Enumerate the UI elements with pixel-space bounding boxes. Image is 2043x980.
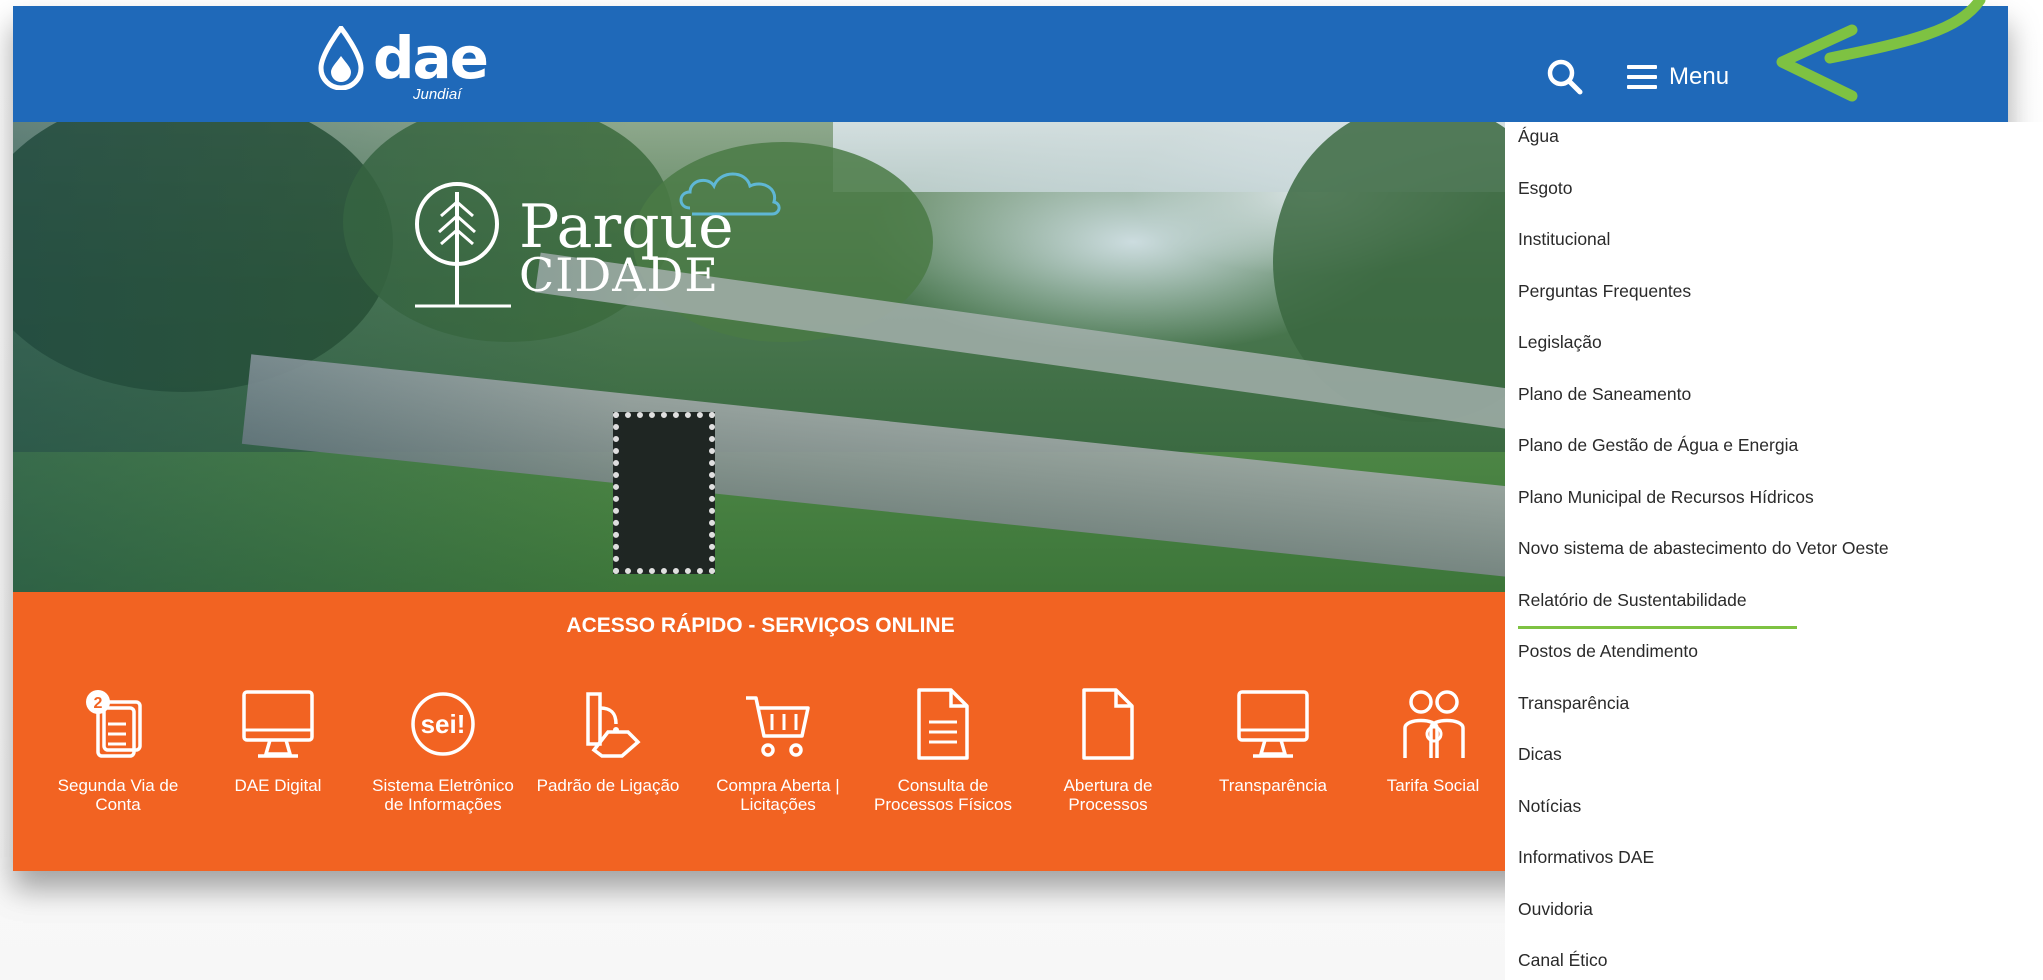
quick-item-label: Tarifa Social bbox=[1386, 776, 1480, 795]
monitor-icon bbox=[242, 690, 314, 758]
menu-label: Menu bbox=[1669, 63, 1730, 90]
parque-da-cidade-logo: Parque CIDADE bbox=[411, 172, 781, 312]
quick-item-label: DAE Digital bbox=[234, 776, 322, 795]
menu-item-postos-atendimento[interactable]: Postos de Atendimento bbox=[1518, 641, 1698, 662]
menu-item-plano-recursos-hidricos[interactable]: Plano Municipal de Recursos Hídricos bbox=[1518, 487, 1814, 508]
menu-item-perguntas-frequentes[interactable]: Perguntas Frequentes bbox=[1518, 281, 1691, 302]
quick-item-label: Compra Aberta | Licitações bbox=[716, 776, 840, 814]
menu-item-dicas[interactable]: Dicas bbox=[1518, 744, 1562, 765]
search-icon bbox=[1547, 59, 1583, 95]
menu-item-legislacao[interactable]: Legislação bbox=[1518, 332, 1602, 353]
sei-icon: sei! bbox=[411, 692, 475, 756]
water-connection-icon bbox=[586, 692, 641, 758]
active-item-underline bbox=[1518, 626, 1797, 629]
tree-emblem-icon bbox=[415, 182, 511, 308]
site-header: dae Jundiaí Menu bbox=[13, 6, 2008, 122]
main-menu-dropdown: Água Esgoto Institucional Perguntas Freq… bbox=[1505, 122, 2043, 980]
quick-item-dae-digital[interactable]: DAE Digital bbox=[203, 684, 353, 795]
menu-item-esgoto[interactable]: Esgoto bbox=[1518, 178, 1572, 199]
menu-button[interactable]: Menu bbox=[1627, 58, 1729, 96]
menu-item-vetor-oeste[interactable]: Novo sistema de abastecimento do Vetor O… bbox=[1518, 538, 1889, 559]
hamburger-icon bbox=[1627, 63, 1657, 91]
dae-logo[interactable]: dae Jundiaí bbox=[313, 22, 493, 112]
monitor-icon bbox=[1237, 690, 1309, 758]
quick-access-section: ACESSO RÁPIDO - SERVIÇOS ONLINE 2 Segund… bbox=[13, 592, 1508, 871]
menu-item-plano-gestao-agua-energia[interactable]: Plano de Gestão de Água e Energia bbox=[1518, 435, 1798, 456]
parque-subtitle: CIDADE bbox=[519, 248, 719, 302]
quick-item-consulta-processos[interactable]: Consulta de Processos Físicos bbox=[868, 684, 1018, 814]
menu-item-plano-saneamento[interactable]: Plano de Saneamento bbox=[1518, 384, 1691, 405]
quick-item-tarifa-social[interactable]: Tarifa Social bbox=[1358, 684, 1508, 795]
quick-item-transparencia[interactable]: Transparência bbox=[1198, 684, 1348, 795]
svg-text:sei!: sei! bbox=[421, 709, 466, 739]
quick-item-abertura-processos[interactable]: Abertura de Processos bbox=[1033, 684, 1183, 814]
svg-text:2: 2 bbox=[94, 695, 103, 712]
menu-item-relatorio-sustentabilidade[interactable]: Relatório de Sustentabilidade bbox=[1518, 590, 1747, 611]
menu-item-informativos-dae[interactable]: Informativos DAE bbox=[1518, 847, 1654, 868]
quick-item-sei[interactable]: sei! Sistema Eletrônico de Informações bbox=[368, 684, 518, 814]
quick-item-label: Padrão de Ligação bbox=[536, 776, 680, 795]
annotation-arrow-icon bbox=[1776, 0, 1986, 102]
menu-item-agua[interactable]: Água bbox=[1518, 126, 1559, 147]
menu-item-institucional[interactable]: Institucional bbox=[1518, 229, 1610, 250]
document-lines-icon bbox=[917, 688, 969, 760]
shopping-cart-icon bbox=[746, 696, 810, 757]
quick-item-label: Abertura de Processos bbox=[1063, 776, 1153, 814]
menu-item-ouvidoria[interactable]: Ouvidoria bbox=[1518, 899, 1593, 920]
quick-item-label: Sistema Eletrônico de Informações bbox=[372, 776, 514, 814]
quick-item-label: Consulta de Processos Físicos bbox=[874, 776, 1012, 814]
search-button[interactable] bbox=[1546, 58, 1584, 96]
quick-item-compra-aberta[interactable]: Compra Aberta | Licitações bbox=[703, 684, 853, 814]
quick-item-segunda-via[interactable]: 2 Segunda Via de Conta bbox=[43, 684, 193, 814]
hero-banner[interactable]: Parque CIDADE bbox=[13, 122, 1508, 592]
quick-item-label: Transparência bbox=[1218, 776, 1328, 795]
quick-item-label: Segunda Via de Conta bbox=[57, 776, 179, 814]
blank-document-icon bbox=[1082, 688, 1134, 760]
menu-item-canal-etico[interactable]: Canal Ético bbox=[1518, 950, 1608, 971]
family-icon bbox=[1403, 690, 1465, 758]
menu-item-noticias[interactable]: Notícias bbox=[1518, 796, 1581, 817]
menu-item-transparencia[interactable]: Transparência bbox=[1518, 693, 1629, 714]
quick-access-title: ACESSO RÁPIDO - SERVIÇOS ONLINE bbox=[566, 614, 955, 637]
logo-subtitle: Jundiaí bbox=[413, 86, 462, 103]
bill-copy-icon: 2 bbox=[86, 690, 142, 758]
water-drop-icon bbox=[318, 26, 364, 90]
logo-text: dae bbox=[373, 24, 489, 92]
quick-item-padrao-ligacao[interactable]: Padrão de Ligação bbox=[533, 684, 683, 795]
